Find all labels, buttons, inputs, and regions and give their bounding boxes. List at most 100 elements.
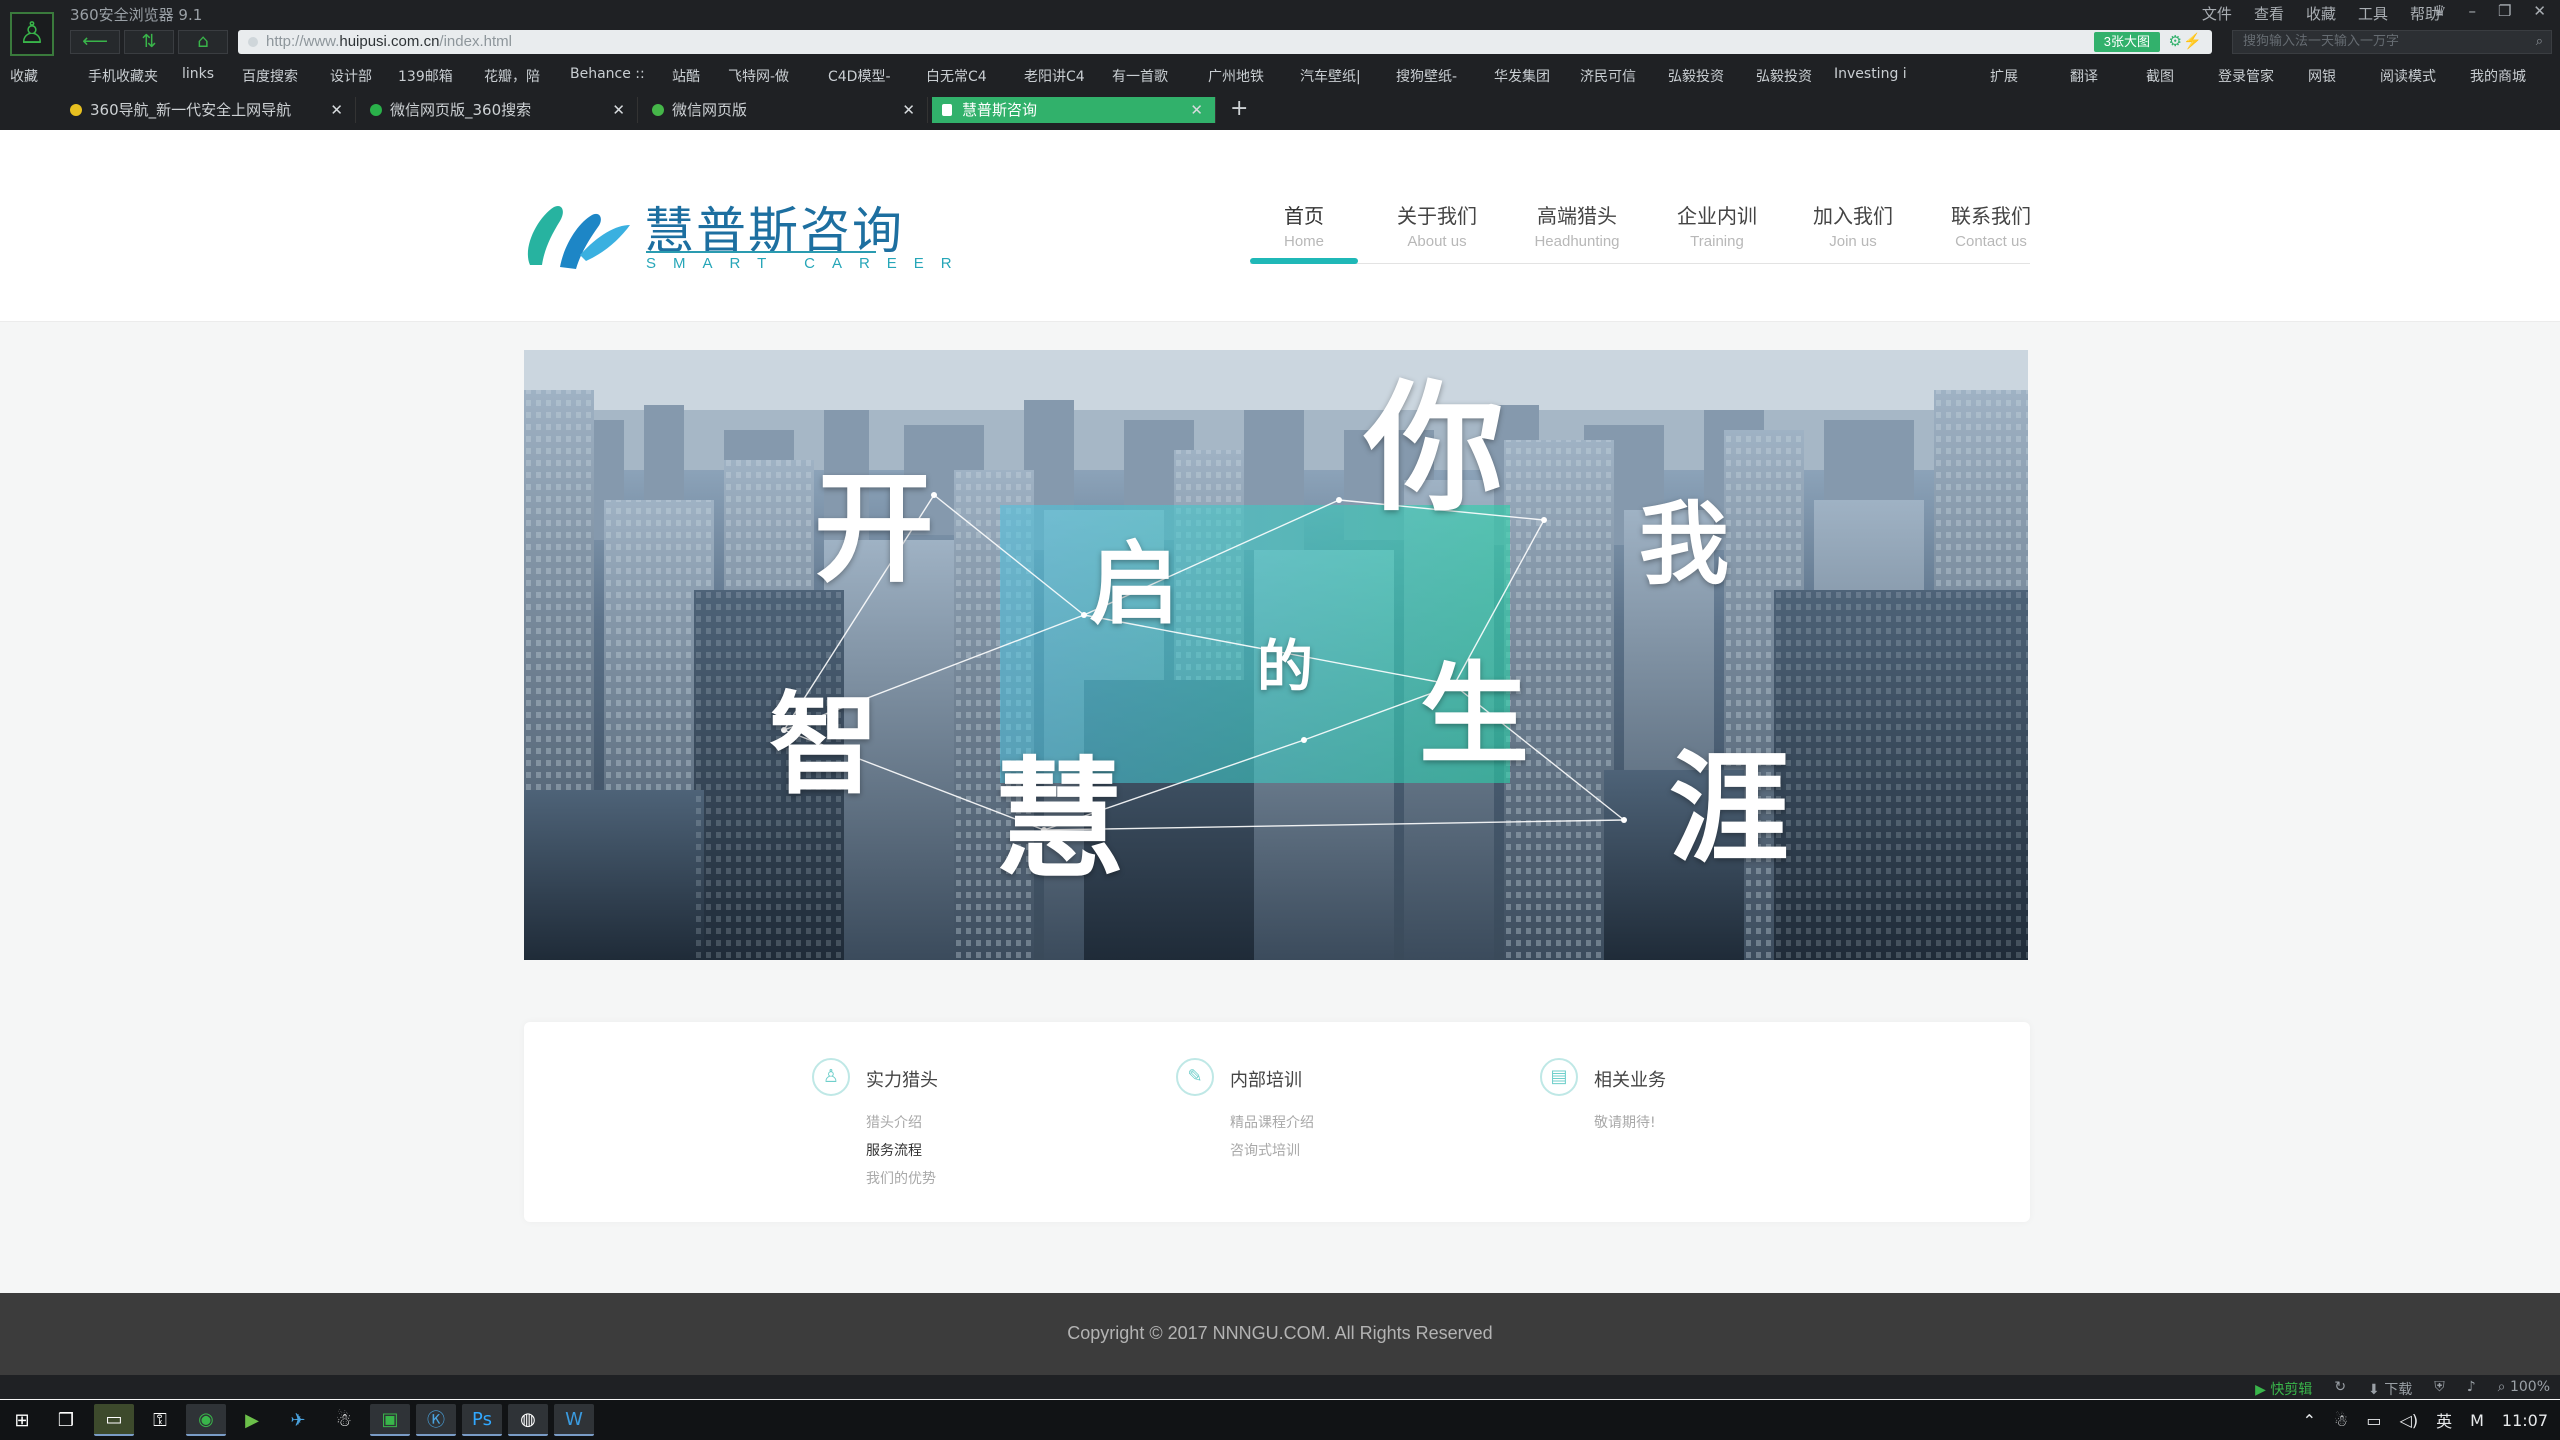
gear-icon[interactable]: ⚙ xyxy=(2169,30,2182,54)
bookmark-item[interactable]: 手机收藏夹 xyxy=(88,66,158,86)
search-input[interactable]: 搜狗输入法一天输入一万字 ⌕ xyxy=(2232,30,2552,54)
nav-about[interactable]: 关于我们 About us xyxy=(1382,200,1492,250)
bookmark-item[interactable]: 老阳讲C4 xyxy=(1024,66,1085,86)
ime-indicator[interactable]: 英 xyxy=(2436,1408,2452,1432)
bookmark-item[interactable]: 花瓣，陪 xyxy=(484,66,540,86)
bookmark-item[interactable]: 有一首歌 xyxy=(1112,66,1168,86)
bookmark-item[interactable]: Investing i xyxy=(1834,66,1907,82)
volume-icon[interactable]: ♪ xyxy=(2467,1379,2476,1399)
bookmark-item[interactable]: 白无常C4 xyxy=(926,66,987,86)
photoshop-icon[interactable]: Ps xyxy=(462,1404,502,1436)
service-link[interactable]: 精品课程介绍 xyxy=(1230,1112,1314,1132)
nav-home[interactable]: 首页 Home xyxy=(1250,200,1358,250)
bookmark-item[interactable]: 济民可信 xyxy=(1580,66,1636,86)
nav-training[interactable]: 企业内训 Training xyxy=(1662,200,1772,250)
service-title[interactable]: 实力猎头 xyxy=(866,1066,938,1092)
minimize-icon[interactable]: – xyxy=(2468,2,2476,20)
shirt-icon[interactable]: ♛ xyxy=(2433,2,2446,20)
service-link[interactable]: 猎头介绍 xyxy=(866,1112,922,1132)
address-bar[interactable]: http://www.huipusi.com.cn/index.html 3张大… xyxy=(238,30,2212,54)
new-tab-icon[interactable]: + xyxy=(1230,96,1248,121)
bookmark-item[interactable]: 汽车壁纸| xyxy=(1300,66,1361,86)
bookmark-item[interactable]: 截图 xyxy=(2146,66,2174,86)
service-link[interactable]: 我们的优势 xyxy=(866,1168,936,1188)
bookmark-item[interactable]: 搜狗壁纸- xyxy=(1396,66,1457,86)
tab-wechat-search[interactable]: 微信网页版_360搜索 ✕ xyxy=(360,97,638,123)
network-icon[interactable]: ▭ xyxy=(2366,1411,2381,1430)
forward-button[interactable]: ⇅ xyxy=(124,30,174,54)
download-button[interactable]: ⬇ 下载 xyxy=(2368,1379,2412,1399)
nav-headhunting[interactable]: 高端猎头 Headhunting xyxy=(1512,200,1642,250)
zoom-level[interactable]: ⌕ 100% xyxy=(2498,1379,2550,1399)
file-explorer-icon[interactable]: ▭ xyxy=(94,1404,134,1436)
volume-icon[interactable]: ◁) xyxy=(2400,1411,2419,1430)
task-view-icon[interactable]: ❒ xyxy=(46,1404,86,1436)
bookmark-item[interactable]: 登录管家 xyxy=(2218,66,2274,86)
360-browser-icon[interactable]: ◉ xyxy=(186,1404,226,1436)
bookmark-item[interactable]: 我的商城 xyxy=(2470,66,2526,86)
feather-icon[interactable]: ✈ xyxy=(278,1404,318,1436)
restore-icon[interactable]: ❐ xyxy=(2498,2,2511,20)
close-icon[interactable]: ✕ xyxy=(330,97,343,123)
media-player-icon[interactable]: ▶ xyxy=(232,1404,272,1436)
close-icon[interactable]: ✕ xyxy=(1190,97,1203,123)
browser-icon[interactable]: ◍ xyxy=(508,1404,548,1436)
bookmark-item[interactable]: 站酷 xyxy=(672,66,700,86)
wps-icon[interactable]: W xyxy=(554,1404,594,1436)
close-icon[interactable]: ✕ xyxy=(902,97,915,123)
big-image-button[interactable]: 3张大图 xyxy=(2093,32,2160,52)
shield-icon[interactable]: ⛨ xyxy=(2434,1379,2445,1399)
service-title[interactable]: 内部培训 xyxy=(1230,1066,1302,1092)
bookmark-item[interactable]: 翻译 xyxy=(2070,66,2098,86)
service-link[interactable]: 服务流程 xyxy=(866,1140,922,1160)
chevron-up-icon[interactable]: ⌃ xyxy=(2303,1411,2316,1430)
kugou-icon[interactable]: Ⓚ xyxy=(416,1404,456,1436)
service-link[interactable]: 敬请期待! xyxy=(1594,1112,1656,1132)
windows-start-icon[interactable]: ⊞ xyxy=(2,1404,42,1436)
search-icon[interactable]: ⌕ xyxy=(2536,31,2543,53)
close-icon[interactable]: ✕ xyxy=(612,97,625,123)
menu-favorites[interactable]: 收藏 xyxy=(2306,3,2336,24)
bookmark-item[interactable]: 阅读模式 xyxy=(2380,66,2436,86)
menu-view[interactable]: 查看 xyxy=(2254,3,2284,24)
store-icon[interactable]: ⚿ xyxy=(140,1404,180,1436)
bookmark-item[interactable]: 弘毅投资 xyxy=(1756,66,1812,86)
qq-icon[interactable]: ☃ xyxy=(324,1404,364,1436)
bookmark-item[interactable]: 广州地铁 xyxy=(1208,66,1264,86)
bookmark-item[interactable]: C4D模型- xyxy=(828,66,891,86)
nav-contact[interactable]: 联系我们 Contact us xyxy=(1936,200,2046,250)
bookmark-item[interactable]: 收藏 xyxy=(10,66,38,86)
bookmark-item[interactable]: links xyxy=(182,66,214,82)
wechat-devtools-icon[interactable]: ▣ xyxy=(370,1404,410,1436)
close-icon[interactable]: ✕ xyxy=(2533,2,2546,20)
lightning-icon[interactable]: ⚡ xyxy=(2183,30,2202,54)
menu-tools[interactable]: 工具 xyxy=(2358,3,2388,24)
bookmark-item[interactable]: 百度搜索 xyxy=(242,66,298,86)
back-button[interactable]: ⟵ xyxy=(70,30,120,54)
menu-file[interactable]: 文件 xyxy=(2202,3,2232,24)
tab-360-nav[interactable]: 360导航_新一代安全上网导航 ✕ xyxy=(60,97,356,123)
tab-huipusi[interactable]: 慧普斯咨询 ✕ xyxy=(932,97,1216,123)
refresh-icon[interactable]: ↻ xyxy=(2334,1379,2346,1399)
service-link[interactable]: 咨询式培训 xyxy=(1230,1140,1300,1160)
browser-status-bar: ▶ 快剪辑 ↻ ⬇ 下载 ⛨ ♪ ⌕ 100% xyxy=(0,1375,2560,1399)
nav-join[interactable]: 加入我们 Join us xyxy=(1798,200,1908,250)
tab-wechat-web[interactable]: 微信网页版 ✕ xyxy=(642,97,928,123)
qq-tray-icon[interactable]: ☃ xyxy=(2334,1411,2348,1430)
bookmark-item[interactable]: 扩展 xyxy=(1990,66,2018,86)
bookmark-item[interactable]: 网银 xyxy=(2308,66,2336,86)
bookmark-item[interactable]: 华发集团 xyxy=(1494,66,1550,86)
user-avatar[interactable]: ♙ xyxy=(10,12,54,56)
clock[interactable]: 11:07 xyxy=(2502,1411,2548,1430)
bookmark-item[interactable]: 139邮箱 xyxy=(398,66,453,86)
bookmark-item[interactable]: 设计部 xyxy=(330,66,372,86)
home-button[interactable]: ⌂ xyxy=(178,30,228,54)
service-title[interactable]: 相关业务 xyxy=(1594,1066,1666,1092)
hero-banner[interactable]: 开 启 你 我 的 生 智 慧 涯 xyxy=(524,350,2028,960)
bookmark-item[interactable]: 飞特网-做 xyxy=(728,66,789,86)
bookmark-item[interactable]: Behance :: xyxy=(570,66,645,82)
quick-cut-button[interactable]: ▶ 快剪辑 xyxy=(2255,1379,2312,1399)
bookmark-item[interactable]: 弘毅投资 xyxy=(1668,66,1724,86)
site-logo[interactable]: 慧普斯咨询 SMART CAREER xyxy=(520,195,952,285)
ime-mode[interactable]: M xyxy=(2470,1411,2484,1430)
